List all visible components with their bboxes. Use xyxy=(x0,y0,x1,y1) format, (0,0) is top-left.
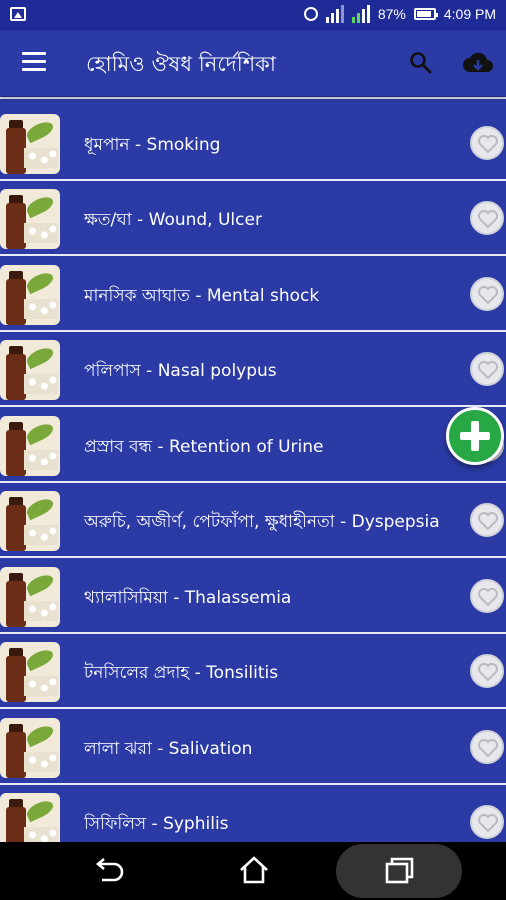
list-item-label: অরুচি, অজীর্ণ, পেটফাঁপা, ক্ষুধাহীনতা - D… xyxy=(84,512,440,532)
list-item-label: লালা ঝরা - Salivation xyxy=(84,739,253,759)
condition-list: ধূমপান - Smoking ক্ষত/ঘা - Wound, Ulcer … xyxy=(0,96,506,842)
favorite-icon[interactable] xyxy=(470,503,504,537)
menu-icon[interactable] xyxy=(22,52,46,72)
list-item-label: মানসিক আঘাত - Mental shock xyxy=(84,286,320,306)
favorite-icon[interactable] xyxy=(470,730,504,764)
remedy-thumbnail xyxy=(0,416,60,476)
favorite-icon[interactable] xyxy=(470,126,504,160)
list-item-label: পলিপাস - Nasal polypus xyxy=(84,361,277,381)
list-item[interactable]: ক্ষত/ঘা - Wound, Ulcer xyxy=(0,183,506,256)
back-icon[interactable] xyxy=(90,850,126,892)
list-item-label: প্রস্রাব বন্ধ - Retention of Urine xyxy=(84,437,324,457)
favorite-icon[interactable] xyxy=(470,805,504,839)
remedy-thumbnail xyxy=(0,642,60,702)
remedy-thumbnail xyxy=(0,265,60,325)
list-item[interactable]: অরুচি, অজীর্ণ, পেটফাঁপা, ক্ষুধাহীনতা - D… xyxy=(0,485,506,558)
add-button[interactable] xyxy=(446,407,504,465)
list-item-label: থ্যালাসিমিয়া - Thalassemia xyxy=(84,588,292,608)
list-item-partial xyxy=(0,96,506,99)
search-icon[interactable] xyxy=(408,50,434,76)
list-item[interactable]: মানসিক আঘাত - Mental shock xyxy=(0,259,506,332)
cloud-download-icon[interactable] xyxy=(462,50,494,76)
recent-apps-icon[interactable] xyxy=(381,850,417,892)
app-bar: হোমিও ঔষধ নির্দেশিকা xyxy=(0,30,506,96)
list-item[interactable]: সিফিলিস - Syphilis xyxy=(0,787,506,842)
page-title: হোমিও ঔষধ নির্দেশিকা xyxy=(86,52,276,76)
list-item[interactable]: ধূমপান - Smoking xyxy=(0,108,506,181)
favorite-icon[interactable] xyxy=(470,277,504,311)
remedy-thumbnail xyxy=(0,114,60,174)
home-icon[interactable] xyxy=(236,850,272,892)
remedy-thumbnail xyxy=(0,189,60,249)
clock: 4:09 PM xyxy=(443,6,496,22)
list-item[interactable]: থ্যালাসিমিয়া - Thalassemia xyxy=(0,561,506,634)
alarm-icon xyxy=(303,7,318,21)
favorite-icon[interactable] xyxy=(470,654,504,688)
remedy-thumbnail xyxy=(0,340,60,400)
favorite-icon[interactable] xyxy=(470,201,504,235)
list-item-label: ধূমপান - Smoking xyxy=(84,135,221,155)
nav-bar xyxy=(0,842,506,900)
list-item[interactable]: পলিপাস - Nasal polypus xyxy=(0,334,506,407)
remedy-thumbnail xyxy=(0,718,60,778)
list-item-label: টনসিলের প্রদাহ - Tonsilitis xyxy=(84,663,279,683)
status-bar: 87% 4:09 PM xyxy=(0,0,506,30)
list-item[interactable]: প্রস্রাব বন্ধ - Retention of Urine xyxy=(0,410,506,483)
signal-icon xyxy=(325,5,344,23)
status-icons: 87% 4:09 PM xyxy=(303,5,496,23)
signal-icon-2 xyxy=(351,5,370,23)
gallery-notification-icon xyxy=(10,7,26,21)
list-item-label: সিফিলিস - Syphilis xyxy=(84,814,229,834)
remedy-thumbnail xyxy=(0,567,60,627)
battery-percent: 87% xyxy=(377,6,406,22)
remedy-thumbnail xyxy=(0,491,60,551)
remedy-thumbnail xyxy=(0,793,60,842)
list-item[interactable]: টনসিলের প্রদাহ - Tonsilitis xyxy=(0,636,506,709)
favorite-icon[interactable] xyxy=(470,579,504,613)
list-item-label: ক্ষত/ঘা - Wound, Ulcer xyxy=(84,210,262,230)
favorite-icon[interactable] xyxy=(470,352,504,386)
list-item[interactable]: লালা ঝরা - Salivation xyxy=(0,712,506,785)
battery-icon xyxy=(413,8,438,20)
